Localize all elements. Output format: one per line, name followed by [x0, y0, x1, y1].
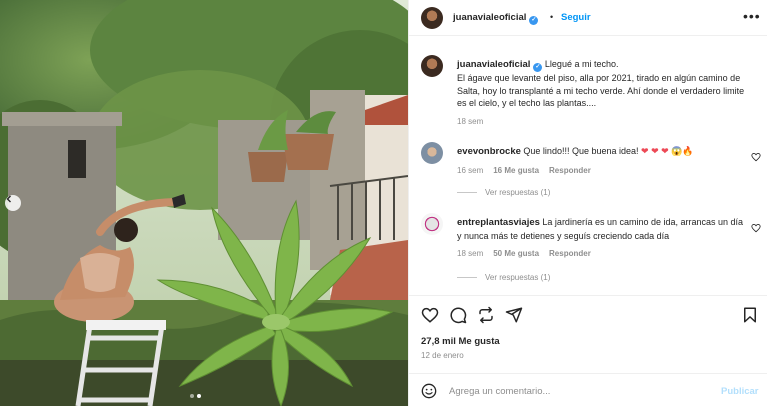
like-comment-heart-icon[interactable] — [751, 223, 761, 233]
view-replies-label: Ver respuestas (1) — [485, 188, 551, 197]
commenter-avatar[interactable] — [421, 213, 443, 235]
comment-username[interactable]: evevonbrocke — [457, 146, 521, 157]
comment-emoji: ❤ ❤ ❤ 😱🔥 — [641, 146, 694, 156]
view-replies-label: Ver respuestas (1) — [485, 273, 551, 282]
emoji-icon[interactable] — [421, 383, 437, 399]
share-send-icon[interactable] — [505, 306, 523, 324]
reply-button[interactable]: Responder — [549, 248, 591, 261]
comment-age[interactable]: 16 sem — [457, 165, 483, 178]
commenter-avatar[interactable] — [421, 142, 443, 164]
verified-badge-icon: ✓ — [529, 16, 539, 25]
carousel-dot-active — [197, 394, 201, 398]
post-photo[interactable] — [0, 0, 408, 406]
author-avatar[interactable] — [421, 7, 443, 29]
like-comment-heart-icon[interactable] — [751, 152, 761, 162]
comment-bubble-icon[interactable] — [449, 306, 467, 324]
post-side-panel: juanavialeoficial ✓ • Seguir ••• juanavia… — [408, 0, 767, 406]
comment-text: Que lindo!!! Que buena idea! — [523, 146, 639, 156]
view-replies-button[interactable]: Ver respuestas (1) — [457, 188, 550, 197]
follow-button[interactable]: Seguir — [561, 12, 591, 23]
comment-age[interactable]: 18 sem — [457, 248, 483, 261]
rooftop-garden-image — [0, 0, 408, 406]
caption-body: El ágave que levante del piso, alla por … — [457, 73, 745, 108]
comments-list[interactable]: juanavialeoficial ✓ Llegué a mi techo. El… — [409, 37, 767, 295]
like-heart-icon[interactable] — [421, 306, 439, 324]
previous-slide-button[interactable] — [5, 195, 21, 211]
more-options-icon[interactable]: ••• — [743, 8, 761, 24]
caption-username[interactable]: juanavialeoficial ✓ — [457, 59, 543, 72]
separator-dot: • — [550, 12, 554, 22]
replies-divider — [457, 192, 477, 193]
repost-icon[interactable] — [477, 306, 495, 324]
carousel-dot — [190, 394, 194, 398]
replies-divider — [457, 277, 477, 278]
post-actions: 27,8 mil Me gusta 12 de enero Publicar — [409, 295, 767, 406]
reply-button[interactable]: Responder — [549, 165, 591, 178]
comment-username[interactable]: entreplantasviajes — [457, 217, 540, 228]
caption-title: Llegué a mi techo. — [544, 59, 619, 69]
comment-input[interactable] — [449, 382, 699, 400]
comment-likes[interactable]: 16 Me gusta — [493, 165, 539, 178]
chevron-left-icon — [6, 195, 11, 203]
verified-badge-icon: ✓ — [533, 63, 543, 72]
publish-button[interactable]: Publicar — [721, 386, 759, 397]
comment-composer: Publicar — [409, 373, 767, 406]
caption-age[interactable]: 18 sem — [457, 116, 483, 129]
likes-count[interactable]: 27,8 mil Me gusta — [421, 336, 500, 347]
save-bookmark-icon[interactable] — [741, 306, 759, 324]
comment-likes[interactable]: 50 Me gusta — [493, 248, 539, 261]
author-avatar[interactable] — [421, 55, 443, 77]
carousel-indicator — [190, 394, 201, 398]
view-replies-button[interactable]: Ver respuestas (1) — [457, 273, 550, 282]
post-header: juanavialeoficial ✓ • Seguir ••• — [409, 0, 767, 36]
author-username[interactable]: juanavialeoficial ✓ — [453, 12, 539, 25]
post-date[interactable]: 12 de enero — [421, 351, 464, 360]
